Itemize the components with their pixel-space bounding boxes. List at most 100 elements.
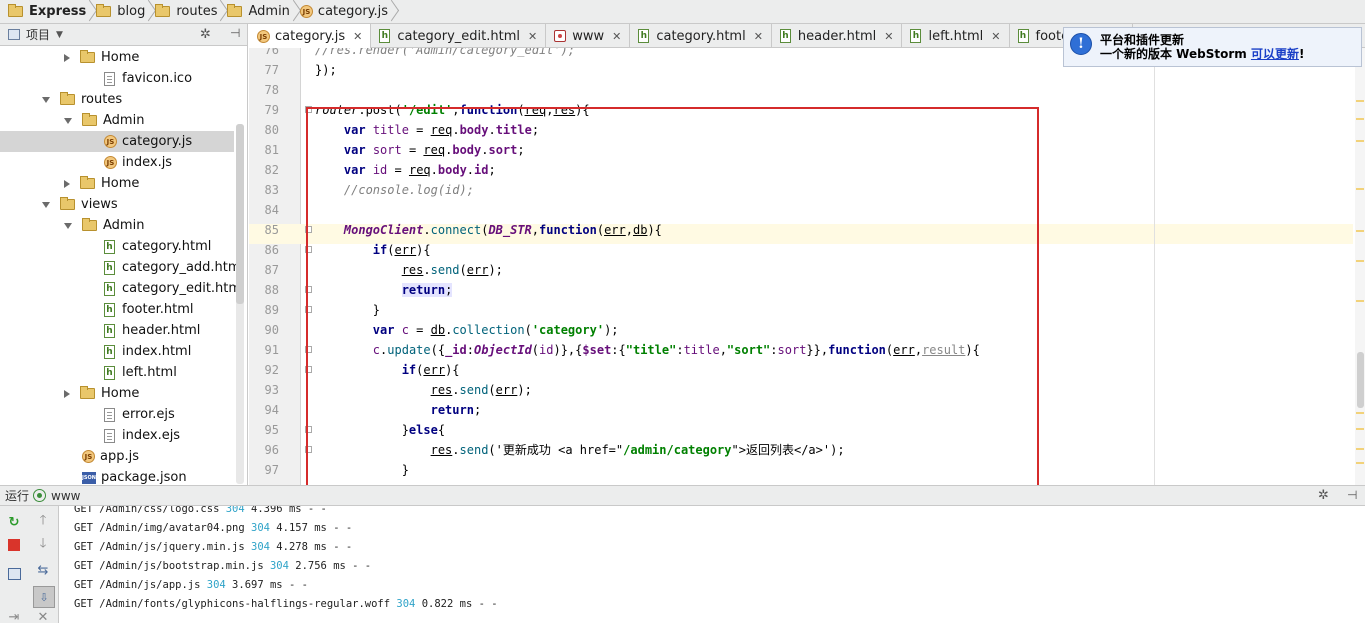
scroll-to-end-icon[interactable]: ⇩	[33, 586, 55, 608]
arrow-down-icon[interactable]: 🡓	[35, 536, 51, 553]
file-icon	[104, 407, 115, 422]
line-number: 83	[264, 183, 279, 197]
project-panel-title: 项目	[26, 28, 51, 42]
scroll-marker	[1356, 260, 1364, 262]
tree-folder[interactable]: Home	[64, 47, 139, 68]
tree-item-label: index.js	[122, 155, 173, 170]
tree-file[interactable]: index.ejs	[84, 425, 180, 446]
tree-item-label: left.html	[122, 365, 177, 380]
line-number: 91	[264, 343, 279, 357]
close-icon[interactable]: ✕	[612, 30, 621, 43]
tree-folder[interactable]: views	[42, 194, 118, 215]
chevron-right-icon[interactable]	[64, 179, 70, 188]
tab-category-html[interactable]: h category.html ✕	[630, 24, 772, 48]
close-icon[interactable]: ✕	[528, 30, 537, 43]
layout-icon[interactable]	[6, 566, 22, 582]
js-file-icon: JS	[82, 450, 95, 463]
chevron-down-icon[interactable]	[42, 201, 50, 208]
breadcrumb-label: Admin	[248, 4, 290, 19]
tree-item-label: Home	[101, 176, 140, 191]
update-notification[interactable]: ! 平台和插件更新 一个新的版本 WebStorm 可以更新!	[1063, 27, 1362, 67]
tree-file[interactable]: h category.html	[84, 236, 211, 257]
pin-icon[interactable]: ⇥	[6, 609, 22, 623]
chevron-right-icon[interactable]	[64, 389, 70, 398]
console-line: GET /Admin/fonts/glyphicons-halflings-re…	[74, 595, 498, 614]
gear-icon[interactable]: ✲	[200, 27, 211, 42]
html-file-icon: h	[104, 302, 115, 317]
tree-file[interactable]: favicon.ico	[84, 68, 192, 89]
tab-header-html[interactable]: h header.html ✕	[772, 24, 903, 48]
tree-file[interactable]: JS category.js	[0, 131, 234, 152]
file-icon	[104, 428, 115, 443]
arrow-up-icon[interactable]: 🡑	[35, 513, 51, 530]
chevron-right-icon[interactable]	[64, 53, 70, 62]
breadcrumb-item[interactable]: routes	[151, 0, 223, 24]
sidebar-scrollbar[interactable]	[236, 124, 244, 484]
run-config-name[interactable]: www	[51, 489, 80, 503]
tree-folder[interactable]: routes	[42, 89, 122, 110]
editor-scrollbar[interactable]	[1355, 48, 1365, 485]
tab-category_edit-html[interactable]: h category_edit.html ✕	[371, 24, 547, 48]
js-file-icon: JS	[104, 156, 117, 169]
close-icon[interactable]: ✕	[353, 30, 362, 43]
notification-body-text: 一个新的版本 WebStorm	[1100, 47, 1251, 61]
stop-icon[interactable]	[6, 537, 22, 553]
tab-label: www	[572, 28, 605, 44]
breadcrumb-item[interactable]: JS category.js	[296, 0, 394, 24]
hide-panel-icon[interactable]: ⊣	[1347, 488, 1357, 502]
breadcrumb-item[interactable]: Express	[4, 0, 92, 24]
project-tree[interactable]: Home favicon.ico routes Admin JS category.js J…	[0, 46, 247, 485]
folder-icon	[155, 4, 171, 17]
tree-file[interactable]: JSON package.json	[62, 467, 187, 485]
tab-left-html[interactable]: h left.html ✕	[902, 24, 1010, 48]
close-icon[interactable]: ✕	[754, 30, 763, 43]
project-panel-header[interactable]: 项目 ▼ ✲ ⊣	[0, 24, 247, 46]
tree-folder[interactable]: Admin	[64, 215, 144, 236]
line-number: 78	[264, 83, 279, 97]
json-file-icon: JSON	[82, 471, 96, 484]
tree-file[interactable]: h index.html	[84, 341, 191, 362]
navigation-breadcrumb: Express blog routes Admin JS category.js	[0, 0, 1365, 24]
close-icon[interactable]: ✕	[35, 609, 51, 623]
breadcrumb-item[interactable]: Admin	[223, 0, 295, 24]
close-icon[interactable]: ✕	[991, 30, 1000, 43]
right-margin-guide	[1154, 48, 1155, 485]
tree-file[interactable]: JS index.js	[84, 152, 172, 173]
update-link[interactable]: 可以更新	[1251, 47, 1299, 61]
chevron-down-icon[interactable]: ▼	[56, 30, 63, 40]
rerun-icon[interactable]: ↻	[6, 514, 22, 530]
log-timing: 2.756 ms - -	[288, 560, 372, 572]
chevron-down-icon[interactable]	[42, 96, 50, 103]
tree-file[interactable]: h footer.html	[84, 299, 193, 320]
breadcrumb-item[interactable]: blog	[92, 0, 151, 24]
tree-file[interactable]: h category_edit.html	[84, 278, 245, 299]
tree-item-label: index.html	[122, 344, 192, 359]
console-line: GET /Admin/js/app.js 304 3.697 ms - -	[74, 576, 308, 595]
folder-icon	[82, 113, 97, 126]
tree-folder[interactable]: Admin	[64, 110, 144, 131]
tree-file[interactable]: h left.html	[84, 362, 177, 383]
tree-item-label: error.ejs	[122, 407, 175, 422]
tree-file[interactable]: h category_add.html	[84, 257, 244, 278]
gear-icon[interactable]: ✲	[1318, 488, 1329, 503]
tree-folder[interactable]: Home	[64, 383, 139, 404]
scroll-marker	[1356, 188, 1364, 190]
line-number: 76	[264, 48, 279, 57]
chevron-down-icon[interactable]	[64, 117, 72, 124]
editor-scroll-thumb[interactable]	[1357, 352, 1364, 408]
tree-item-label: category.js	[122, 134, 193, 149]
chevron-down-icon[interactable]	[64, 222, 72, 229]
tree-file[interactable]: error.ejs	[84, 404, 175, 425]
tree-file[interactable]: h header.html	[84, 320, 200, 341]
tab-www[interactable]: www ✕	[546, 24, 631, 48]
line-number: 95	[264, 423, 279, 437]
tree-folder[interactable]: Home	[64, 173, 139, 194]
console-line: GET /Admin/css/logo.css 304 4.396 ms - -	[74, 506, 327, 519]
close-icon[interactable]: ✕	[884, 30, 893, 43]
tab-label: category.html	[656, 28, 746, 44]
run-console[interactable]: GET /Admin/css/logo.css 304 4.396 ms - -…	[60, 506, 1365, 623]
hide-panel-icon[interactable]: ⊣	[230, 26, 240, 40]
tree-file[interactable]: JS app.js	[62, 446, 139, 467]
tab-category-js[interactable]: JS category.js ✕	[249, 24, 372, 49]
soft-wrap-icon[interactable]: ⇆	[35, 562, 51, 578]
